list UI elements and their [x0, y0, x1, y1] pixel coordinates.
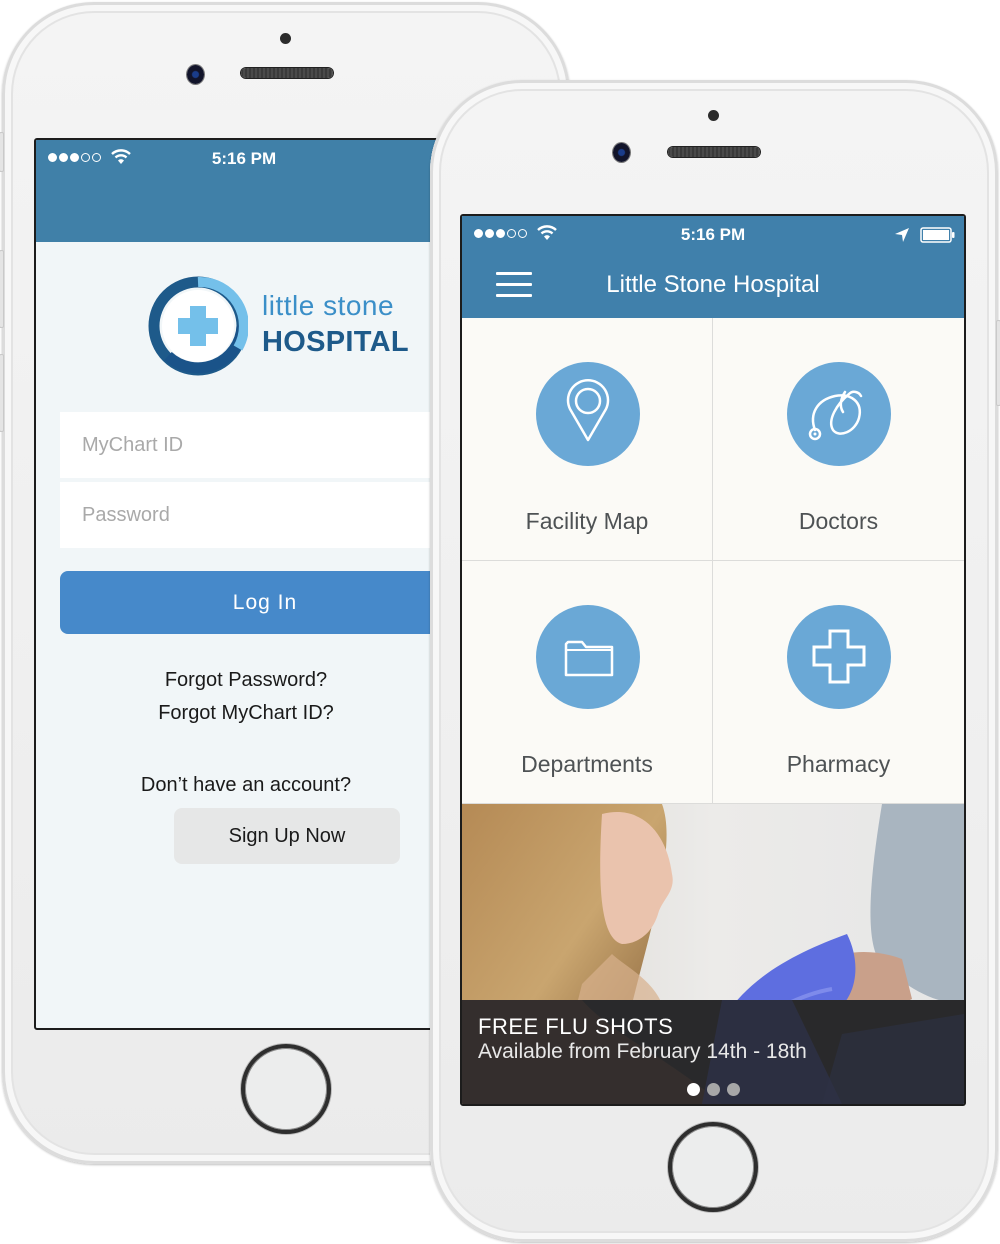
tile-label: Facility Map	[525, 508, 649, 534]
hospital-logo-icon	[148, 276, 248, 376]
logo-text-line2: HOSPITAL	[262, 326, 409, 358]
logo-text-line1: little stone	[262, 290, 395, 321]
home-button[interactable]	[668, 1122, 758, 1212]
tile-label: Pharmacy	[786, 751, 891, 777]
medical-cross-icon	[812, 629, 866, 684]
folder-icon	[564, 640, 614, 677]
status-bar: 5:16 PM	[36, 140, 452, 178]
front-camera	[187, 65, 204, 84]
mychart-id-input[interactable]	[60, 412, 452, 478]
tile-label: Departments	[521, 751, 653, 777]
forgot-password-link[interactable]: Forgot Password?	[36, 669, 452, 692]
status-time: 5:16 PM	[211, 149, 277, 168]
stethoscope-icon	[808, 390, 863, 441]
no-account-label: Don’t have an account?	[140, 774, 352, 796]
login-screen: 5:16 PM little stone HOSPITAL Log In For…	[34, 138, 454, 1030]
app-title: Little Stone Hospital	[606, 271, 820, 298]
tile-departments[interactable]: Departments	[462, 561, 713, 804]
status-bar: 5:16 PM	[462, 216, 964, 254]
proximity-sensor	[708, 110, 719, 121]
banner-subtitle: Available from February 14th - 18th	[478, 1040, 807, 1063]
tile-icon-circle	[787, 362, 891, 466]
location-arrow-icon	[895, 228, 909, 242]
carousel-dot-3[interactable]	[726, 1083, 740, 1096]
carousel-page-indicator	[462, 1083, 964, 1096]
home-screen: 5:16 PM Little Stone Hospital Facility M…	[460, 214, 966, 1106]
tile-facility-map[interactable]: Facility Map	[462, 318, 713, 561]
earpiece-speaker	[668, 147, 760, 157]
tile-pharmacy[interactable]: Pharmacy	[713, 561, 964, 804]
map-pin-icon	[566, 379, 610, 442]
hospital-logo: little stone HOSPITAL	[148, 276, 418, 380]
signup-button[interactable]: Sign Up Now	[174, 808, 400, 864]
carousel-dot-2[interactable]	[706, 1083, 720, 1096]
volume-up-button	[0, 250, 4, 328]
home-button[interactable]	[241, 1044, 331, 1134]
battery-icon	[920, 227, 955, 243]
mute-switch	[0, 132, 4, 172]
tile-icon-circle	[787, 605, 891, 709]
login-button[interactable]: Log In	[60, 571, 452, 634]
status-time: 5:16 PM	[680, 225, 746, 244]
earpiece-speaker	[241, 68, 333, 78]
tile-doctors[interactable]: Doctors	[713, 318, 964, 561]
feature-grid: Facility Map Doctors Departments Pharmac…	[462, 318, 964, 804]
forgot-mychart-id-link[interactable]: Forgot MyChart ID?	[36, 702, 452, 725]
tile-label: Doctors	[798, 508, 879, 534]
volume-down-button	[0, 354, 4, 432]
carousel-dot-1[interactable]	[686, 1083, 700, 1096]
power-button	[996, 320, 1000, 406]
tile-icon-circle	[536, 362, 640, 466]
banner-title: FREE FLU SHOTS	[478, 1014, 674, 1039]
password-input[interactable]	[60, 482, 452, 548]
home-phone-device: 5:16 PM Little Stone Hospital Facility M…	[430, 80, 1000, 1242]
promo-banner[interactable]: FREE FLU SHOTS Available from February 1…	[462, 804, 964, 1104]
proximity-sensor	[280, 33, 291, 44]
front-camera	[613, 143, 630, 162]
tile-icon-circle	[536, 605, 640, 709]
app-header: 5:16 PM Little Stone Hospital	[462, 216, 964, 318]
